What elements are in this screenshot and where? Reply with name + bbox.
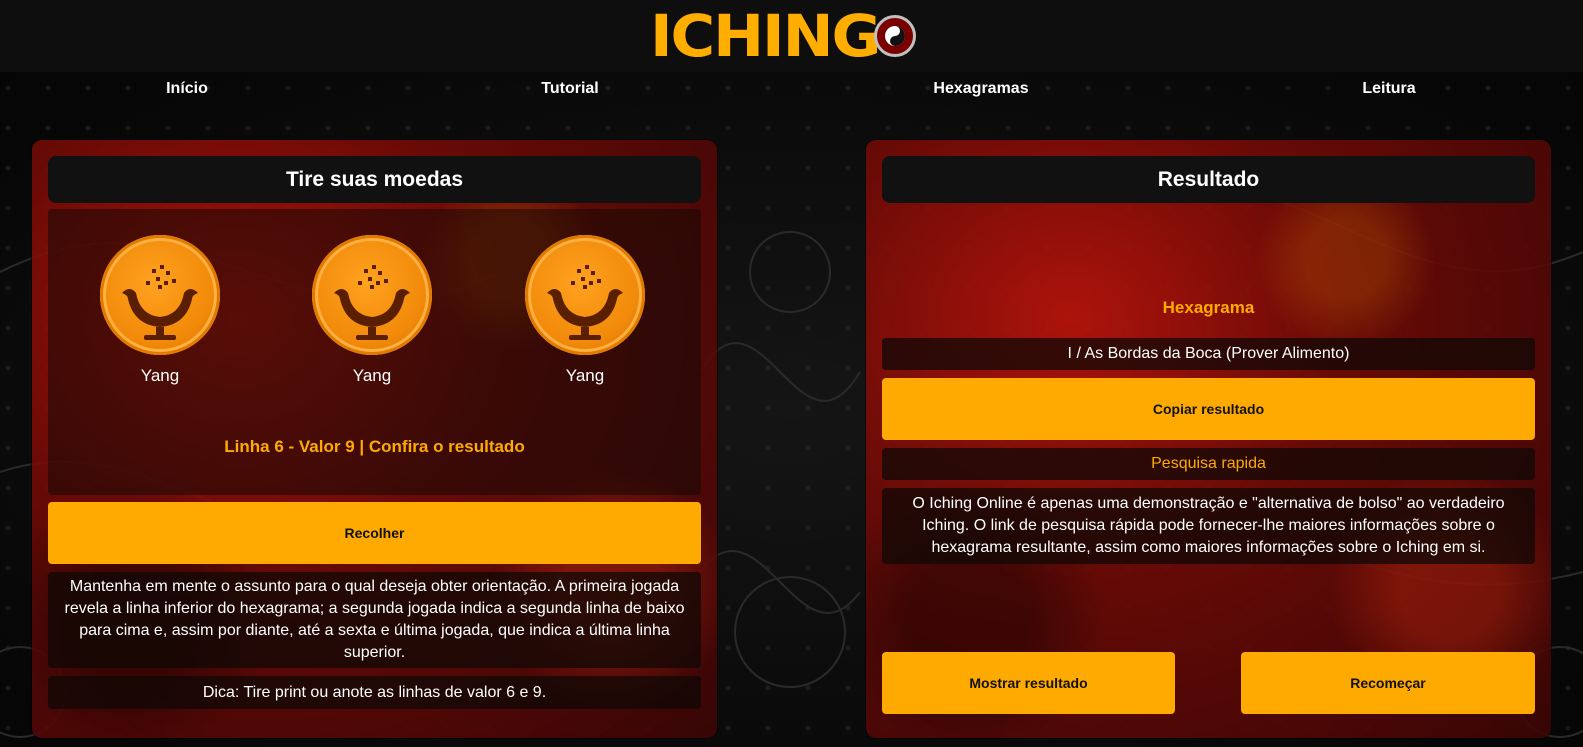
show-result-button[interactable]: Mostrar resultado [882, 652, 1175, 714]
coin-area: Yang Yang Yang Linha 6 - Valor 9 | Confi… [48, 209, 701, 495]
nav-item-tutorial[interactable]: Tutorial [541, 80, 598, 98]
offering-bowl-icon[interactable] [312, 235, 432, 355]
copy-result-button[interactable]: Copiar resultado [882, 378, 1535, 440]
coin-panel: Tire suas moedas Yang Yang Yang Linha 6 … [32, 140, 717, 738]
coin-3-label: Yang [565, 366, 605, 385]
coin-2-label: Yang [352, 366, 392, 385]
instructions-text: Mantenha em mente o assunto para o qual … [48, 572, 701, 668]
hexagram-name: I / As Bordas da Boca (Prover Alimento) [882, 338, 1535, 370]
offering-bowl-icon[interactable] [525, 235, 645, 355]
logo-text: ICHING [650, 2, 881, 70]
restart-button[interactable]: Recomeçar [1241, 652, 1535, 714]
coin-1-label: Yang [140, 366, 180, 385]
nav-item-hexagramas[interactable]: Hexagramas [933, 80, 1028, 98]
main-nav: Início Tutorial Hexagramas Leitura [0, 72, 1583, 106]
quick-search-link[interactable]: Pesquisa rapida [882, 448, 1535, 480]
tip-text: Dica: Tire print ou anote as linhas de v… [48, 676, 701, 709]
nav-item-leitura[interactable]: Leitura [1362, 80, 1415, 98]
yin-yang-icon [874, 15, 917, 57]
nav-item-inicio[interactable]: Início [166, 80, 208, 98]
description-text: O Iching Online é apenas uma demonstraçã… [882, 488, 1535, 564]
logo[interactable]: ICHING [650, 2, 917, 70]
line-result[interactable]: Linha 6 - Valor 9 | Confira o resultado [48, 437, 701, 457]
offering-bowl-icon[interactable] [100, 235, 220, 355]
result-panel: Resultado Hexagrama I / As Bordas da Boc… [866, 140, 1551, 738]
header: ICHING [0, 0, 1583, 72]
panel-title: Resultado [882, 156, 1535, 203]
hexagram-label: Hexagrama [1162, 298, 1255, 317]
panel-title: Tire suas moedas [48, 156, 701, 203]
collect-button[interactable]: Recolher [48, 502, 701, 564]
